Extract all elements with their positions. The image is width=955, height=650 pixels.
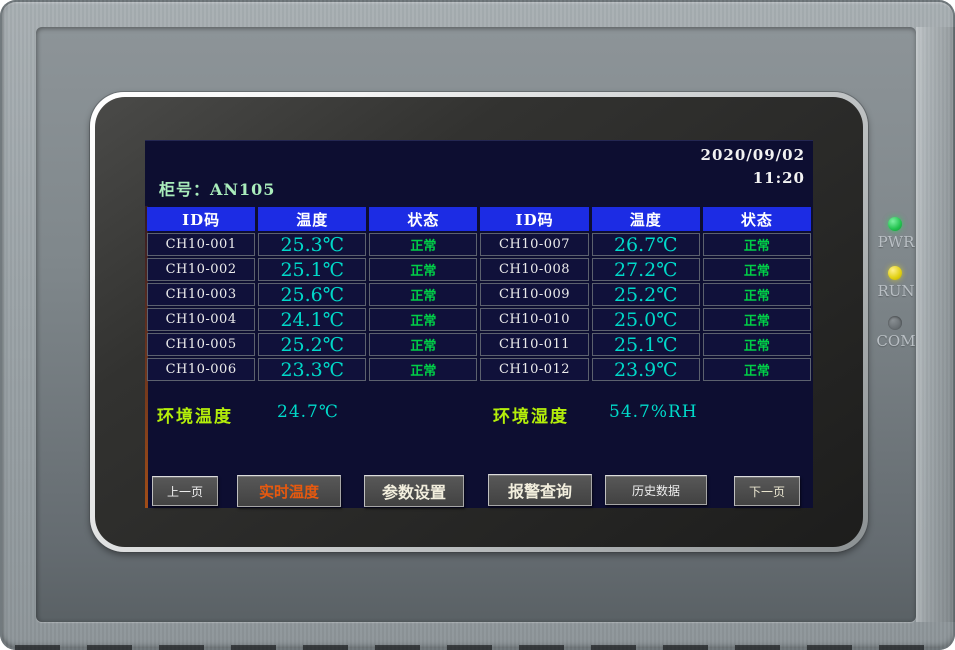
temperature-cell: 25.1℃ — [592, 333, 700, 356]
date-text: 2020/09/02 — [701, 144, 805, 167]
status-cell: 正常 — [703, 308, 811, 331]
column-header: 状态 — [369, 207, 477, 231]
temperature-cell: 25.2℃ — [592, 283, 700, 306]
alarm-query-button[interactable]: 报警查询 — [488, 474, 592, 506]
temperature-cell: 24.1℃ — [258, 308, 366, 331]
temperature-cell: 25.2℃ — [258, 333, 366, 356]
screen-bezel: 2020/09/02 11:20 柜号：AN105 ID码 温度 状态 ID码 … — [95, 97, 863, 547]
status-cell: 正常 — [369, 233, 477, 256]
status-cell: 正常 — [369, 333, 477, 356]
pwr-led — [888, 217, 902, 231]
prev-page-button[interactable]: 上一页 — [152, 476, 218, 506]
column-header: 温度 — [592, 207, 700, 231]
param-settings-button[interactable]: 参数设置 — [364, 475, 464, 507]
status-cell: 正常 — [369, 358, 477, 381]
temperature-cell: 25.1℃ — [258, 258, 366, 281]
bezel-right-ridge — [916, 27, 955, 622]
status-cell: 正常 — [703, 358, 811, 381]
run-led-label: RUN — [872, 282, 920, 300]
com-led-label: COM — [872, 332, 920, 350]
run-led — [888, 266, 902, 280]
channel-id-cell: CH10-012 — [480, 358, 588, 381]
ambient-humidity-label: 环境湿度 — [493, 402, 569, 427]
ambient-humidity-value: 54.7%RH — [609, 402, 698, 422]
status-cell: 正常 — [703, 333, 811, 356]
channel-id-cell: CH10-005 — [147, 333, 255, 356]
status-cell: 正常 — [703, 258, 811, 281]
time-text: 11:20 — [701, 167, 805, 190]
ambient-temp-value: 24.7℃ — [277, 402, 339, 422]
realtime-temp-button[interactable]: 实时温度 — [237, 475, 341, 507]
screen-rim: 2020/09/02 11:20 柜号：AN105 ID码 温度 状态 ID码 … — [90, 92, 868, 552]
history-data-button[interactable]: 历史数据 — [605, 475, 707, 505]
hmi-panel-device: 2020/09/02 11:20 柜号：AN105 ID码 温度 状态 ID码 … — [0, 0, 955, 650]
status-cell: 正常 — [369, 283, 477, 306]
channel-id-cell: CH10-009 — [480, 283, 588, 306]
temperature-cell: 27.2℃ — [592, 258, 700, 281]
temperature-cell: 25.6℃ — [258, 283, 366, 306]
channel-id-cell: CH10-002 — [147, 258, 255, 281]
temperature-cell: 26.7℃ — [592, 233, 700, 256]
channel-id-cell: CH10-008 — [480, 258, 588, 281]
status-cell: 正常 — [369, 308, 477, 331]
channel-id-cell: CH10-003 — [147, 283, 255, 306]
channel-id-cell: CH10-006 — [147, 358, 255, 381]
column-header: 温度 — [258, 207, 366, 231]
temperature-table: ID码 温度 状态 ID码 温度 状态 CH10-001 25.3℃ 正常 CH… — [147, 207, 811, 381]
channel-id-cell: CH10-004 — [147, 308, 255, 331]
temperature-cell: 23.9℃ — [592, 358, 700, 381]
pwr-led-label: PWR — [872, 233, 920, 251]
channel-id-cell: CH10-001 — [147, 233, 255, 256]
temperature-cell: 23.3℃ — [258, 358, 366, 381]
column-header: ID码 — [147, 207, 255, 231]
column-header: ID码 — [480, 207, 588, 231]
channel-id-cell: CH10-011 — [480, 333, 588, 356]
status-cell: 正常 — [703, 233, 811, 256]
temperature-cell: 25.3℃ — [258, 233, 366, 256]
mounting-feet — [15, 645, 940, 650]
environment-row: 环境温度 24.7℃ 环境湿度 54.7%RH — [145, 402, 813, 426]
ambient-temp-label: 环境温度 — [157, 402, 233, 427]
channel-id-cell: CH10-010 — [480, 308, 588, 331]
next-page-button[interactable]: 下一页 — [734, 476, 800, 506]
touch-screen: 2020/09/02 11:20 柜号：AN105 ID码 温度 状态 ID码 … — [145, 140, 813, 508]
channel-id-cell: CH10-007 — [480, 233, 588, 256]
status-cell: 正常 — [369, 258, 477, 281]
datetime-display: 2020/09/02 11:20 — [701, 144, 805, 190]
cabinet-id-label: 柜号：AN105 — [159, 176, 275, 200]
column-header: 状态 — [703, 207, 811, 231]
status-cell: 正常 — [703, 283, 811, 306]
temperature-cell: 25.0℃ — [592, 308, 700, 331]
com-led — [888, 316, 902, 330]
